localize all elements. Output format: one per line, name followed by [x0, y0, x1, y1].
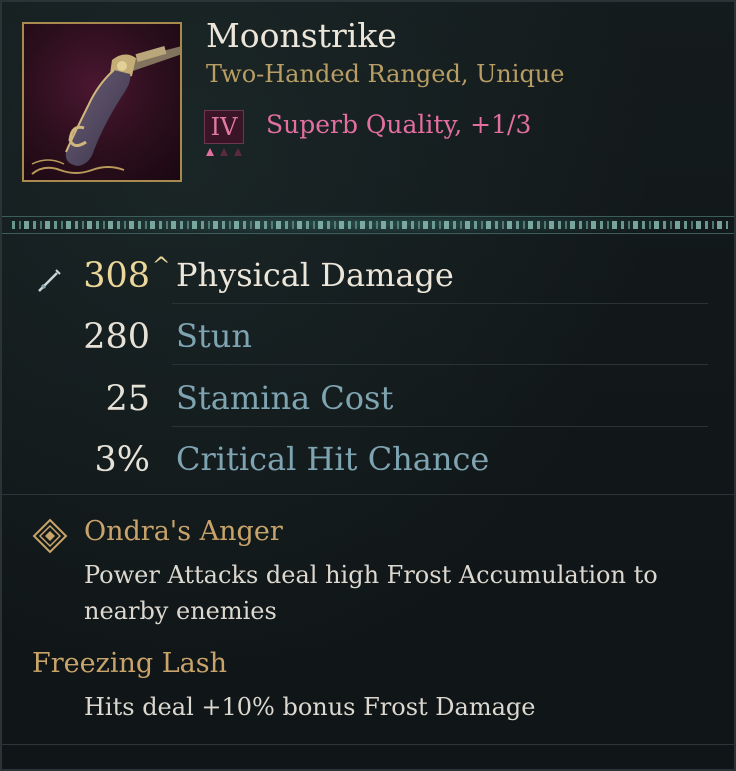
stat-row-stamina-cost: 25 Stamina Cost — [2, 369, 734, 427]
quality-pips-icon — [206, 148, 242, 156]
item-type: Two-Handed Ranged, Unique — [206, 60, 565, 88]
stat-value: 3% — [94, 440, 150, 480]
item-tooltip: Moonstrike Two-Handed Ranged, Unique IV … — [0, 0, 736, 771]
row-separator — [172, 426, 708, 427]
perk-title: Freezing Lash — [32, 648, 227, 679]
ornamental-divider — [2, 210, 734, 240]
stat-label: Stamina Cost — [176, 379, 394, 417]
section-divider — [2, 494, 734, 495]
stat-label: Physical Damage — [176, 256, 454, 294]
stat-row-physical-damage: 308 ^ Physical Damage — [2, 246, 734, 304]
stat-row-critical-hit-chance: 3% Critical Hit Chance — [2, 430, 734, 488]
item-name: Moonstrike — [206, 16, 397, 55]
diamond-rune-icon — [32, 518, 68, 554]
stat-row-stun: 280 Stun — [2, 307, 734, 365]
upgrade-indicator: ^ — [152, 254, 171, 279]
stat-value: 280 — [83, 317, 150, 357]
bottom-divider — [2, 744, 734, 745]
quality-text: Superb Quality, +1/3 — [266, 110, 532, 139]
stat-label: Stun — [176, 317, 252, 355]
sword-icon — [38, 269, 61, 292]
row-separator — [172, 364, 708, 365]
stat-value: 25 — [105, 379, 150, 419]
perk-description: Hits deal +10% bonus Frost Damage — [84, 693, 536, 721]
flintlock-pistol-icon — [31, 46, 180, 175]
stat-value: 308 — [83, 256, 150, 296]
perk-description: Power Attacks deal high Frost Accumulati… — [84, 561, 658, 625]
item-image-frame — [22, 22, 182, 182]
perk-title: Ondra's Anger — [84, 516, 283, 547]
tier-label: IV — [204, 110, 244, 144]
row-separator — [172, 303, 708, 304]
tier-badge: IV — [202, 108, 248, 158]
stat-label: Critical Hit Chance — [176, 440, 490, 478]
